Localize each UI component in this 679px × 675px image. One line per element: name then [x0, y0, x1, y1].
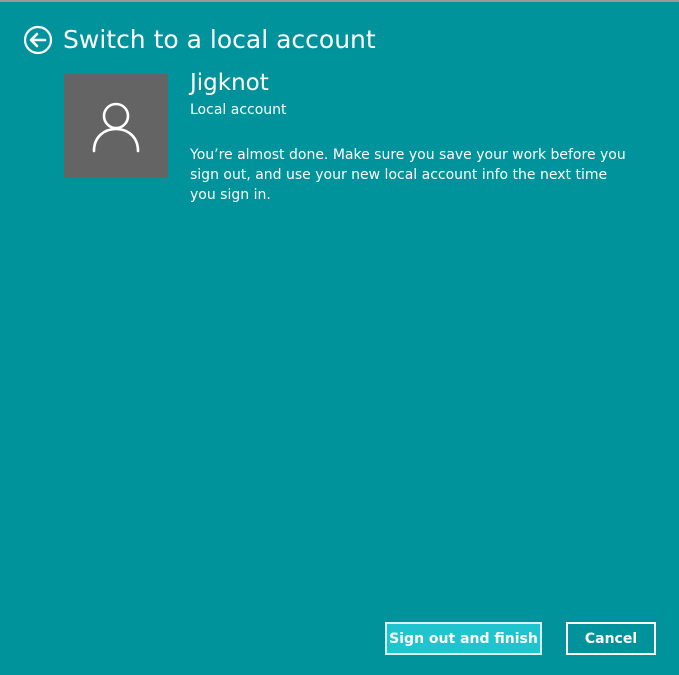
account-type: Local account: [190, 102, 287, 118]
cancel-button[interactable]: Cancel: [566, 622, 656, 655]
instruction-message: You’re almost done. Make sure you save y…: [190, 147, 626, 203]
account-name: Jigknot: [190, 70, 269, 96]
sign-out-and-finish-button[interactable]: Sign out and finish: [385, 622, 542, 655]
window-top-border: [0, 0, 679, 2]
page-header: Switch to a local account: [23, 24, 376, 56]
avatar: [64, 74, 168, 178]
arrow-left-circle-icon: [23, 25, 53, 55]
back-button[interactable]: [23, 25, 53, 55]
page-title: Switch to a local account: [63, 25, 376, 54]
user-silhouette-icon: [92, 102, 140, 153]
